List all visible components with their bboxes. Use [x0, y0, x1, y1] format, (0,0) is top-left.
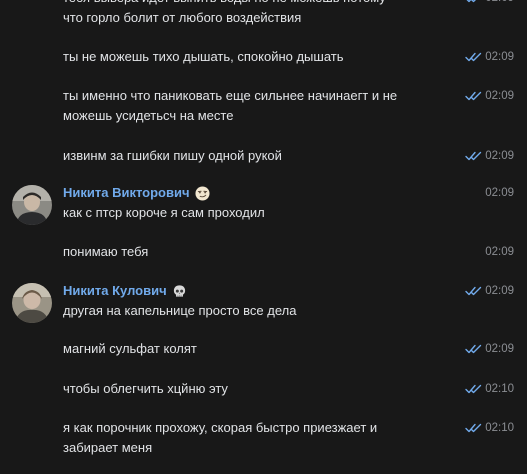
author-row: Никита Викторович	[63, 183, 210, 203]
message-time: 02:09	[485, 150, 514, 162]
message-meta: 02:10	[465, 379, 514, 399]
message-meta: 02:09	[465, 86, 514, 106]
message-meta: 02:09	[465, 281, 514, 301]
message-text: понимаю тебя	[63, 244, 149, 259]
message-text: тебя вывера идет выпить воды но не можеш…	[63, 0, 386, 25]
message-meta: 02:09	[465, 0, 514, 8]
message-text: ты не можешь тихо дышать, спокойно дышат…	[63, 49, 344, 64]
message-time: 02:09	[485, 187, 514, 199]
skull-emoji-icon	[173, 284, 185, 297]
double-check-icon	[465, 52, 482, 62]
double-check-icon	[465, 91, 482, 101]
message-text: чтобы облегчить хцйню эту	[63, 381, 228, 396]
chat-history[interactable]: тебя вывера идет выпить воды но не можеш…	[0, 0, 527, 474]
message-text: другая на капельнице просто все дела	[63, 303, 297, 318]
author-name[interactable]: Никита Викторович	[63, 183, 190, 203]
message-time: 02:09	[485, 51, 514, 63]
double-check-icon	[465, 423, 482, 433]
message-meta: 02:10	[465, 418, 514, 438]
message-time: 02:09	[485, 90, 514, 102]
message-text: магний сульфат колят	[63, 341, 197, 356]
message-meta: 02:09	[465, 47, 514, 67]
message-meta: 02:09	[465, 339, 514, 359]
author-row: Никита Кулович	[63, 281, 187, 301]
message-time: 02:10	[485, 383, 514, 395]
smirk-emoji-icon	[195, 185, 210, 201]
author-name[interactable]: Никита Кулович	[63, 281, 167, 301]
double-check-icon	[465, 151, 482, 161]
avatar-image	[12, 185, 52, 225]
message-time: 02:09	[485, 343, 514, 355]
avatar[interactable]	[12, 185, 52, 225]
message-time: 02:09	[485, 246, 514, 258]
message-text: ты именно что паниковать еще сильнее нач…	[63, 88, 398, 123]
message-text: как с птср короче я сам проходил	[63, 205, 265, 220]
double-check-icon	[465, 384, 482, 394]
message-meta: 02:09	[465, 146, 514, 166]
message-meta: 02:09	[485, 242, 514, 262]
double-check-icon	[466, 0, 477, 3]
double-check-icon	[465, 344, 482, 354]
avatar-image	[12, 283, 52, 323]
double-check-icon	[465, 286, 482, 296]
avatar[interactable]	[12, 283, 52, 323]
message-time: 02:10	[485, 422, 514, 434]
message-text: извинм за гшибки пишу одной рукой	[63, 148, 282, 163]
message-time: 02:09	[485, 285, 514, 297]
message-time: 02:09	[485, 0, 514, 8]
message-meta: 02:09	[485, 183, 514, 203]
message-text: я как порочник прохожу, скорая быстро пр…	[63, 420, 378, 455]
